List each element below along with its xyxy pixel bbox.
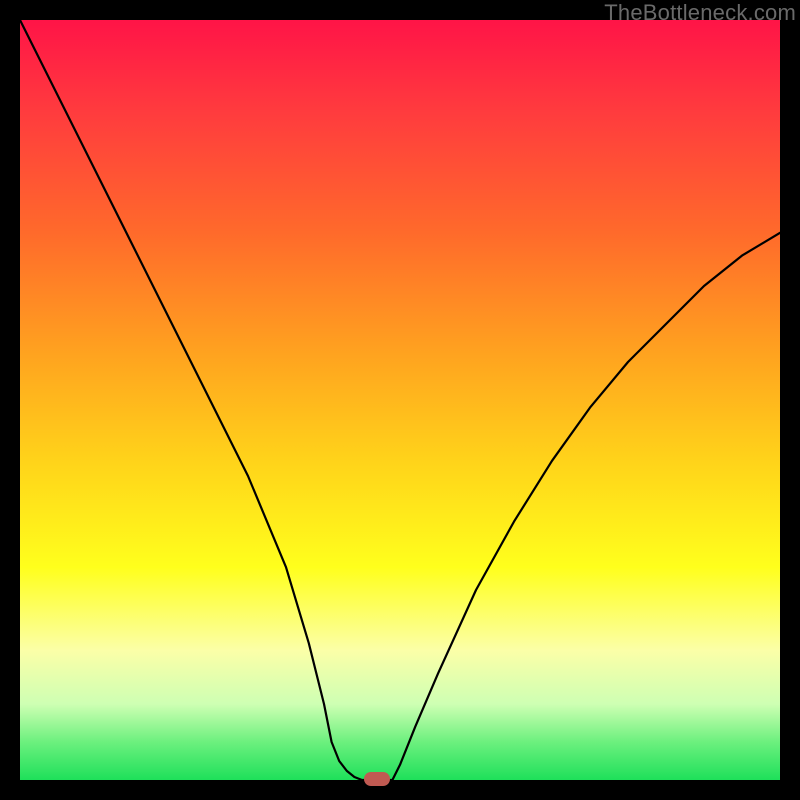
bottleneck-curve (20, 20, 780, 780)
curve-svg (20, 20, 780, 780)
plot-area (20, 20, 780, 780)
chart-frame: TheBottleneck.com (0, 0, 800, 800)
optimal-marker (364, 772, 390, 786)
